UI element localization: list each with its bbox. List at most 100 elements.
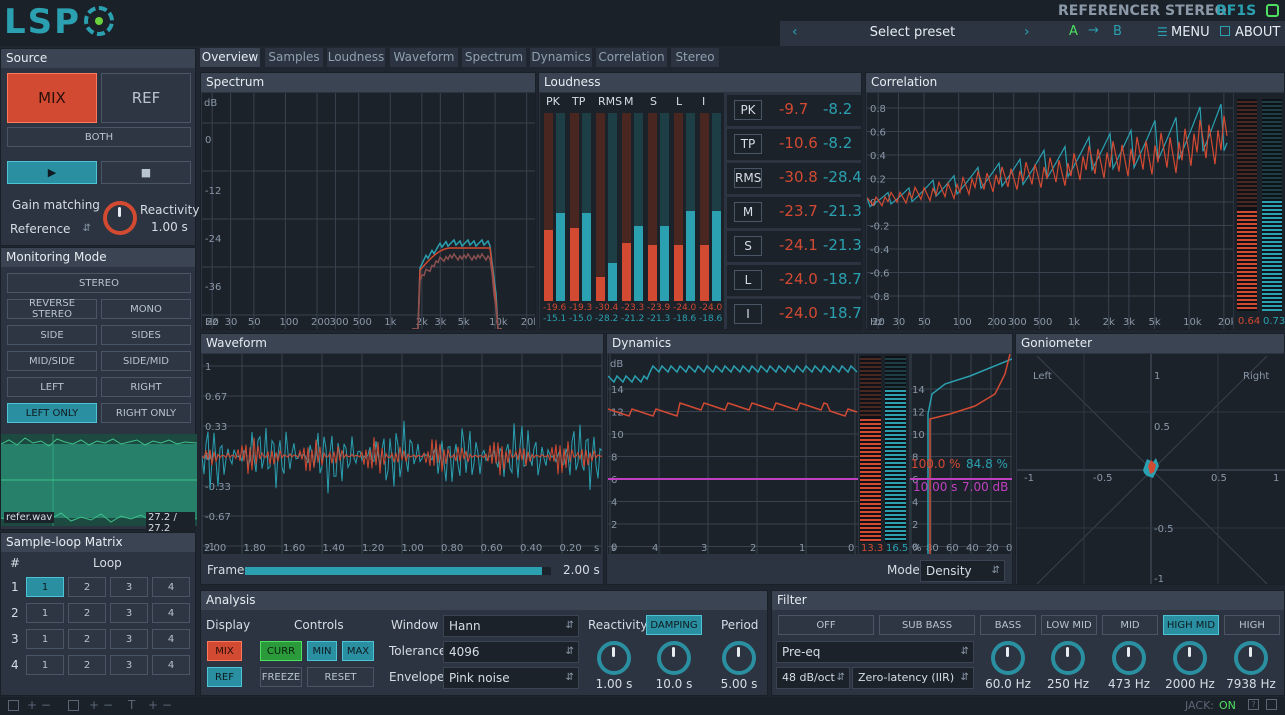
matrix-cell[interactable]: 1: [26, 603, 64, 623]
right-button[interactable]: RIGHT: [101, 377, 191, 397]
matrix-cell[interactable]: 4: [152, 629, 190, 649]
display-ref-button[interactable]: REF: [207, 667, 242, 687]
window-layout-icon-1[interactable]: [8, 700, 19, 711]
zoom-out-icon-2[interactable]: −: [103, 698, 113, 712]
font-size-icon[interactable]: T: [128, 698, 135, 712]
display-mix-button[interactable]: MIX: [207, 641, 242, 661]
matrix-cell[interactable]: 4: [152, 577, 190, 597]
dyn-mode-select[interactable]: Density: [920, 560, 1005, 582]
zoom-in-icon[interactable]: +: [27, 698, 37, 712]
zoom-in-icon-2[interactable]: +: [89, 698, 99, 712]
tab-waveform[interactable]: Waveform: [390, 48, 458, 67]
waveform-graph[interactable]: 1 0.67 0.33 0 -0.33 -0.67 -1 2.00 1.80 1.60 1.40 1.…: [202, 354, 602, 554]
resize-icon[interactable]: [1266, 699, 1277, 710]
matrix-cell[interactable]: 1: [26, 577, 64, 597]
min-button[interactable]: MIN: [307, 641, 337, 661]
mid-side-button[interactable]: MID/SIDE: [7, 351, 97, 371]
matrix-cell[interactable]: 3: [110, 603, 148, 623]
power-icon[interactable]: [1266, 4, 1279, 17]
matrix-cell[interactable]: 2: [68, 603, 106, 623]
freeze-button[interactable]: FREEZE: [260, 667, 302, 687]
filter-bass-button[interactable]: BASS: [980, 615, 1036, 635]
left-only-button[interactable]: LEFT ONLY: [7, 403, 97, 423]
about-icon[interactable]: [1220, 26, 1230, 36]
dynamics-graph[interactable]: dB 14 12 10 8 6 4 2 0 s 4 3 2 1 0: [608, 354, 858, 554]
filter-high-mid-button[interactable]: HIGH MID: [1163, 615, 1219, 635]
matrix-cell[interactable]: 2: [68, 577, 106, 597]
tab-loudness[interactable]: Loudness: [327, 48, 385, 67]
zoom-in-icon-3[interactable]: +: [148, 698, 158, 712]
filter-slope-select[interactable]: 48 dB/oct: [776, 667, 850, 689]
sides-button[interactable]: SIDES: [101, 325, 191, 345]
tab-stereo[interactable]: Stereo: [671, 48, 719, 67]
matrix-cell[interactable]: 3: [110, 629, 148, 649]
matrix-cell[interactable]: 1: [26, 655, 64, 675]
freq-knob-mid[interactable]: [1173, 641, 1207, 675]
reverse-stereo-button[interactable]: REVERSE STEREO: [7, 298, 97, 320]
matrix-cell[interactable]: 4: [152, 655, 190, 675]
window-select[interactable]: Hann: [443, 615, 579, 637]
filter-position-select[interactable]: Pre-eq: [776, 641, 974, 663]
tab-spectrum[interactable]: Spectrum: [462, 48, 526, 67]
spectrum-graph[interactable]: dB0-12-24-36-48-60Hz2030501002003005001k…: [202, 93, 535, 329]
matrix-cell[interactable]: 3: [110, 655, 148, 675]
freq-knob-bass[interactable]: [1051, 641, 1085, 675]
filter-sub-bass-button[interactable]: SUB BASS: [879, 615, 975, 635]
ab-b-button[interactable]: B: [1113, 24, 1122, 39]
dynamics-density-graph[interactable]: 14 12 10 8 6 4 2 0% 80 60 40 20 0: [910, 354, 1012, 554]
matrix-cell[interactable]: 1: [26, 629, 64, 649]
tab-samples[interactable]: Samples: [265, 48, 323, 67]
stop-button[interactable]: ■: [101, 161, 191, 184]
mono-button[interactable]: MONO: [101, 299, 191, 319]
stereo-button[interactable]: STEREO: [7, 273, 191, 293]
zoom-out-icon[interactable]: −: [41, 698, 51, 712]
freq-knob-low-mid[interactable]: [1112, 641, 1146, 675]
filter-high-button[interactable]: HIGH: [1224, 615, 1280, 635]
next-preset-icon[interactable]: ›: [1024, 24, 1030, 40]
both-button[interactable]: BOTH: [7, 127, 191, 147]
tab-correlation[interactable]: Correlation: [596, 48, 667, 67]
prev-preset-icon[interactable]: ‹: [792, 24, 798, 40]
reactivity-knob-2[interactable]: [657, 641, 691, 675]
matrix-cell[interactable]: 4: [152, 603, 190, 623]
mix-button[interactable]: MIX: [7, 73, 97, 123]
ref-button[interactable]: REF: [101, 73, 191, 123]
matrix-cell[interactable]: 3: [110, 577, 148, 597]
left-button[interactable]: LEFT: [7, 377, 97, 397]
gain-matching-select[interactable]: Reference: [5, 219, 95, 241]
about-button[interactable]: ABOUT: [1235, 25, 1280, 40]
right-only-button[interactable]: RIGHT ONLY: [101, 403, 191, 423]
max-button[interactable]: MAX: [342, 641, 374, 661]
tolerance-select[interactable]: 4096: [443, 641, 579, 663]
side-mid-button[interactable]: SIDE/MID: [101, 351, 191, 371]
tab-dynamics[interactable]: Dynamics: [530, 48, 592, 67]
filter-low-mid-button[interactable]: LOW MID: [1041, 615, 1097, 635]
ab-a-button[interactable]: A: [1069, 24, 1078, 39]
reset-button[interactable]: RESET: [307, 667, 374, 687]
reactivity-knob-1[interactable]: [597, 641, 631, 675]
menu-icon[interactable]: ☰: [1157, 25, 1168, 39]
reactivity-knob[interactable]: [103, 201, 137, 235]
frame-slider[interactable]: [245, 567, 551, 575]
window-layout-icon-2[interactable]: [68, 700, 79, 711]
tab-overview[interactable]: Overview: [200, 48, 260, 67]
period-knob[interactable]: [722, 641, 756, 675]
matrix-cell[interactable]: 2: [68, 629, 106, 649]
freq-knob-high[interactable]: [1234, 641, 1268, 675]
menu-button[interactable]: MENU: [1171, 25, 1210, 40]
freq-knob-sub-bass[interactable]: [991, 641, 1025, 675]
damping-button[interactable]: DAMPING: [646, 615, 702, 635]
filter-off-button[interactable]: OFF: [778, 615, 874, 635]
preset-select[interactable]: Select preset: [850, 25, 975, 40]
filter-mode-select[interactable]: Zero-latency (IIR): [852, 667, 974, 689]
goniometer-graph[interactable]: [1017, 354, 1285, 584]
play-button[interactable]: ▶: [7, 161, 97, 184]
curr-button[interactable]: CURR: [260, 641, 302, 661]
filter-mid-button[interactable]: MID: [1102, 615, 1158, 635]
side-button[interactable]: SIDE: [7, 325, 97, 345]
envelope-select[interactable]: Pink noise: [443, 667, 579, 689]
correlation-graph[interactable]: 0.8 0.6 0.4 0.2 0 -0.2 -0.4 -0.6 -0.8 Hz 20 30 50 100…: [867, 93, 1233, 329]
matrix-cell[interactable]: 2: [68, 655, 106, 675]
zoom-out-icon-3[interactable]: −: [162, 698, 172, 712]
help-icon[interactable]: ?: [1248, 699, 1259, 710]
